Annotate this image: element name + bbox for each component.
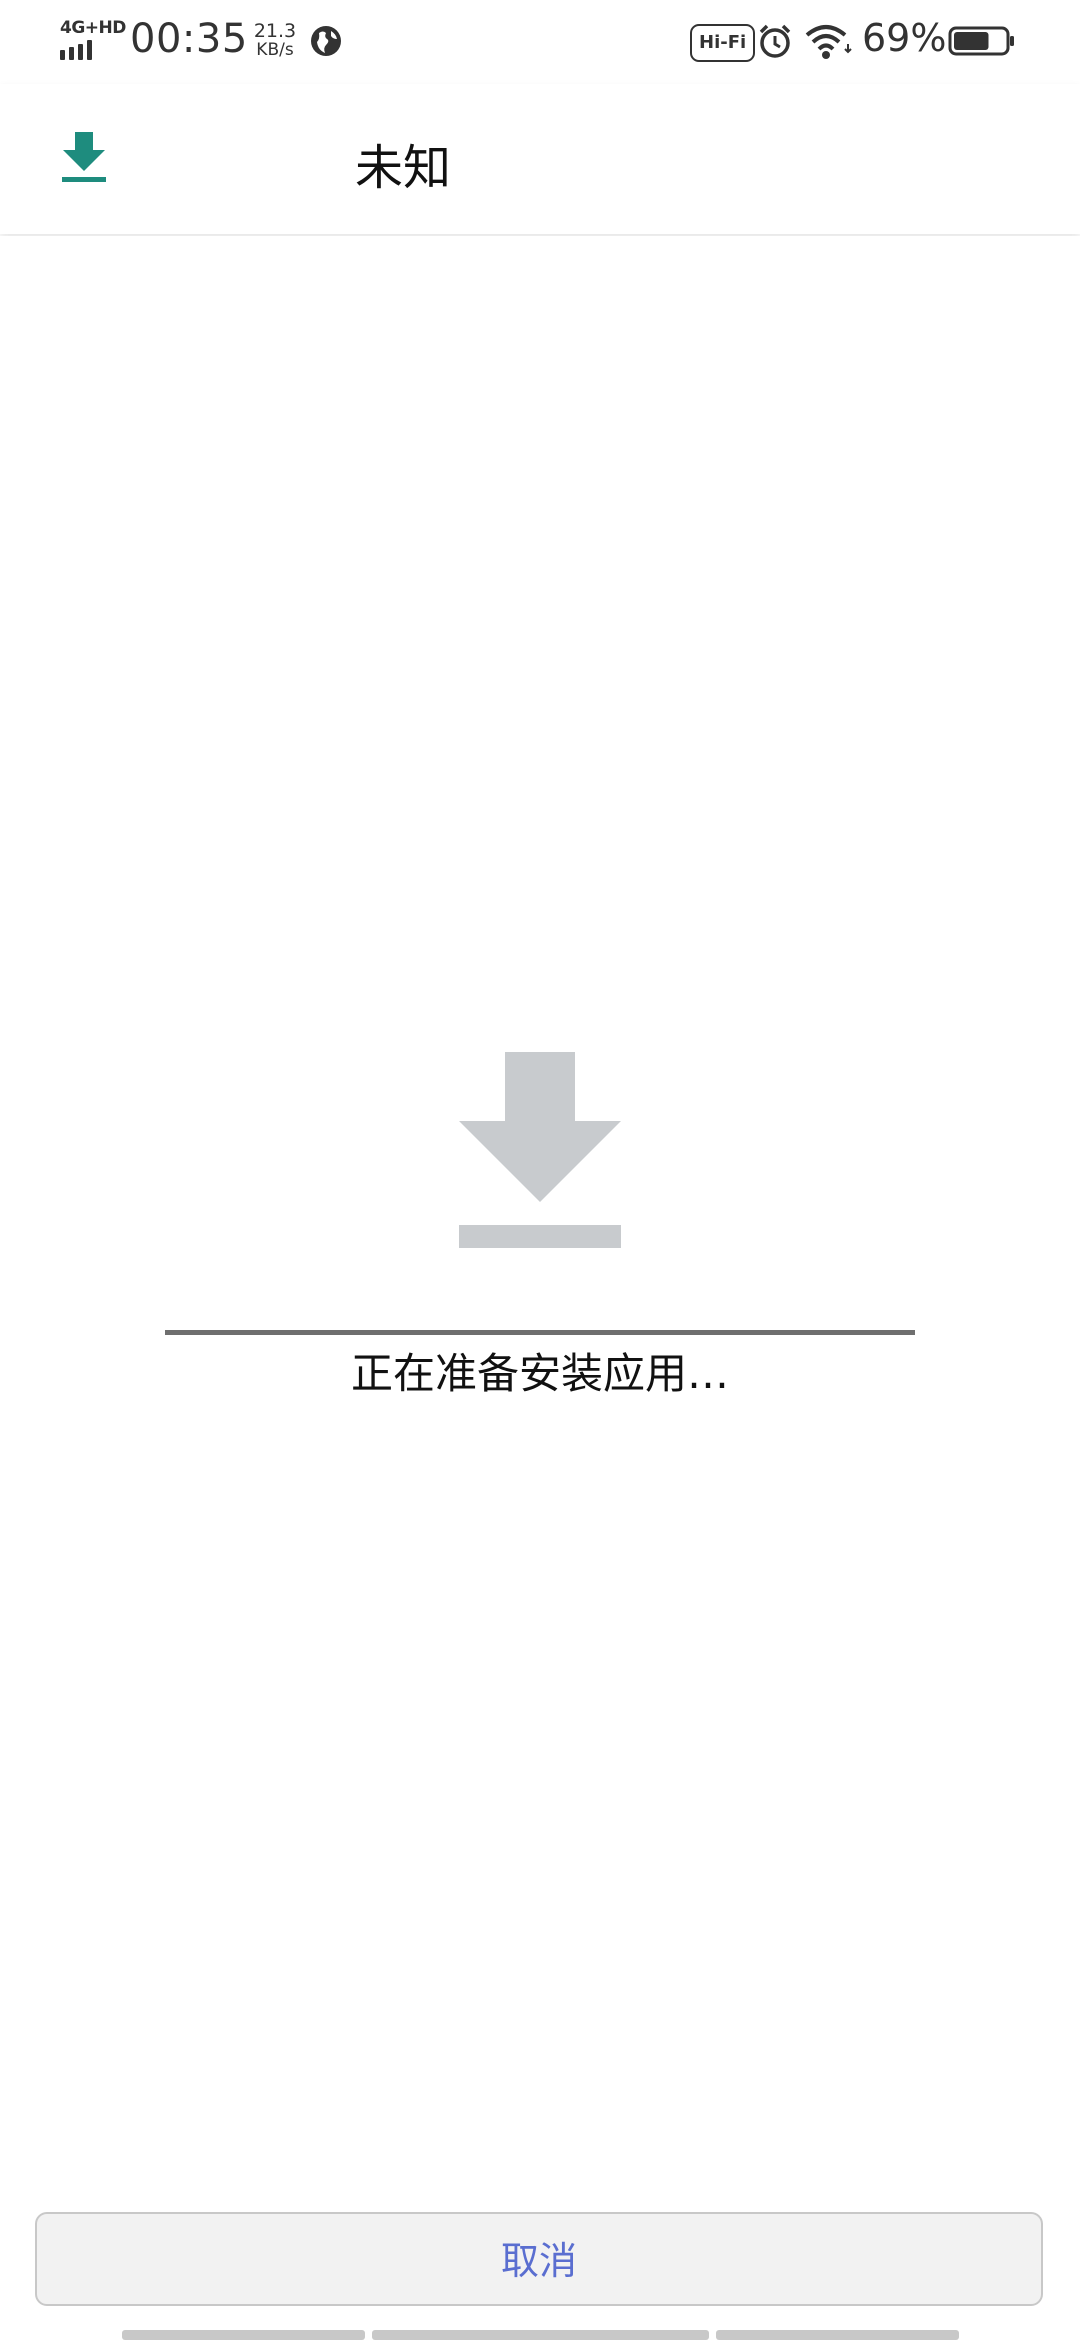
network-speed: 21.3 KB/s — [252, 22, 298, 60]
network-speed-value: 21.3 — [253, 20, 297, 42]
alarm-icon — [759, 24, 791, 58]
battery-icon — [948, 26, 1014, 56]
install-status-text: 正在准备安装应用… — [350, 1349, 729, 1398]
app-bar: 未知 — [0, 84, 1080, 234]
download-icon — [459, 1052, 621, 1248]
clock: 00:35 — [130, 16, 248, 62]
network-speed-unit: KB/s — [256, 40, 294, 60]
install-progress-fill — [165, 1330, 915, 1335]
status-bar: 4G+HD 00:35 21.3 KB/s Hi-Fi 69% — [0, 0, 1080, 84]
globe-icon — [311, 26, 341, 56]
wifi-icon — [805, 25, 852, 59]
nav-segment-left[interactable] — [122, 2330, 365, 2340]
nav-segment-center[interactable] — [372, 2330, 709, 2340]
download-icon — [62, 132, 106, 182]
page-title: 未知 — [355, 140, 452, 196]
navigation-bar — [0, 2330, 1080, 2340]
hifi-badge: Hi-Fi — [690, 24, 756, 62]
install-progress-bar — [165, 1330, 915, 1335]
battery-percentage: 69% — [862, 16, 947, 60]
cellular-signal-icon: 4G+HD — [58, 18, 126, 62]
nav-segment-right[interactable] — [716, 2330, 959, 2340]
network-type-label: 4G+HD — [60, 18, 126, 38]
cancel-button[interactable]: 取消 — [35, 2212, 1043, 2306]
